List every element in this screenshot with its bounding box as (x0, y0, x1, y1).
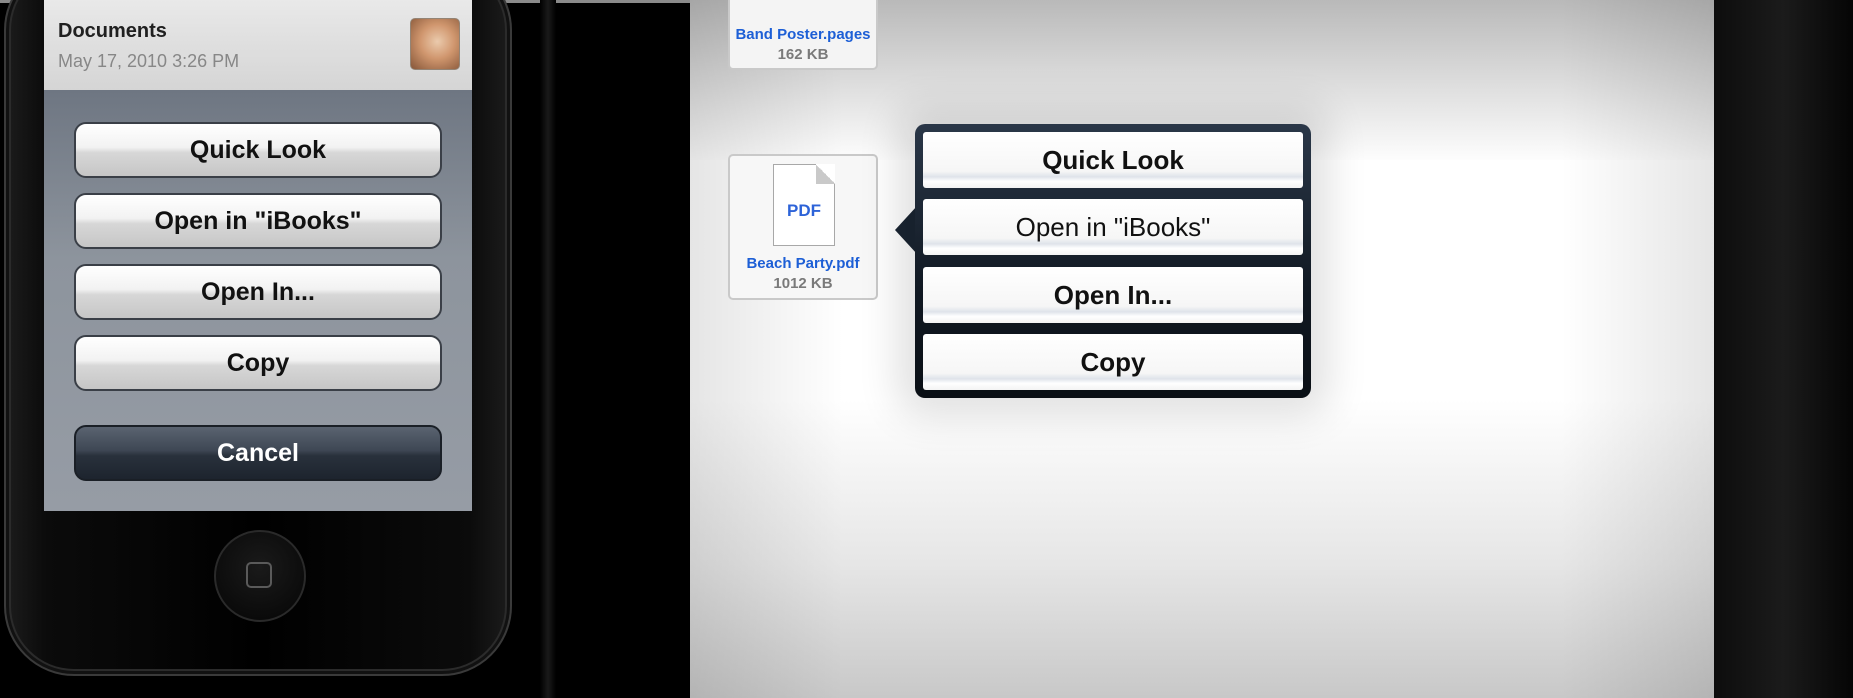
popover-arrow (895, 206, 917, 254)
action-popover: Quick Look Open in "iBooks" Open In... C… (915, 124, 1311, 398)
popover-open-in-button[interactable]: Open In... (923, 267, 1303, 323)
popover-copy-button[interactable]: Copy (923, 334, 1303, 390)
file-size: 1012 KB (773, 275, 833, 292)
home-square-icon (246, 562, 272, 588)
iphone-side-edge (540, 0, 556, 698)
file-name: Band Poster.pages (735, 26, 871, 43)
copy-button[interactable]: Copy (74, 335, 442, 391)
iphone-screen: Documents May 17, 2010 3:26 PM Quick Loo… (44, 0, 472, 511)
document-header: Documents May 17, 2010 3:26 PM (44, 0, 472, 90)
open-in-button[interactable]: Open In... (74, 264, 442, 320)
file-size: 162 KB (777, 46, 829, 63)
ipad-screen: Band Poster.pages 162 KB PDF Beach Party… (690, 0, 1714, 698)
toolbar-ghost (44, 452, 472, 511)
quick-look-button[interactable]: Quick Look (74, 122, 442, 178)
open-in-ibooks-button[interactable]: Open in "iBooks" (74, 193, 442, 249)
pdf-badge: PDF (787, 201, 821, 220)
page-fold-icon (816, 164, 835, 184)
file-name: Beach Party.pdf (746, 255, 860, 272)
file-beach-party[interactable]: PDF Beach Party.pdf 1012 KB (728, 154, 878, 300)
action-sheet: Quick Look Open in "iBooks" Open In... C… (44, 90, 472, 511)
home-button[interactable] (214, 530, 306, 622)
popover-open-in-ibooks-button[interactable]: Open in "iBooks" (923, 199, 1303, 255)
file-band-poster[interactable]: Band Poster.pages 162 KB (728, 0, 878, 70)
popover-quick-look-button[interactable]: Quick Look (923, 132, 1303, 188)
ipad-bezel (1714, 0, 1853, 698)
